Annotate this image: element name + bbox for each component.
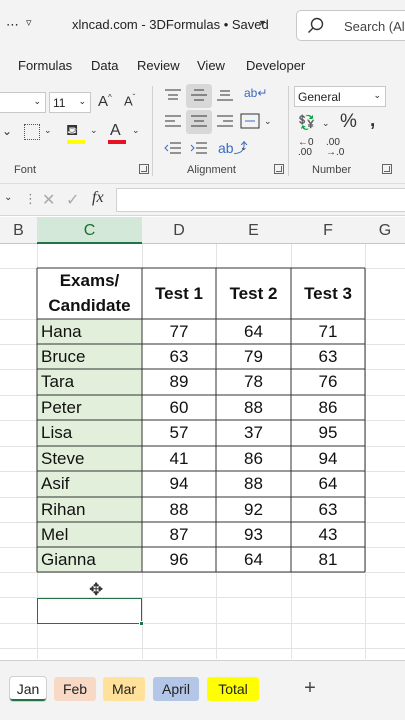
data-table [36,267,366,573]
